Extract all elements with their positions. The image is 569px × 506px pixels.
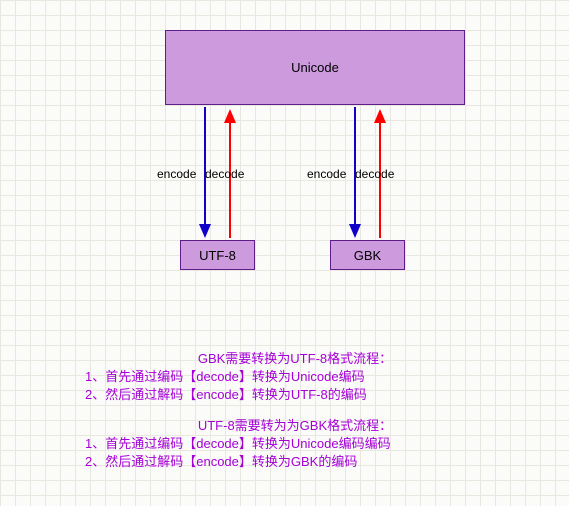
notes-line-2-2: 2、然后通过解码【encode】转换为GBK的编码 — [85, 453, 505, 471]
notes-line-1-2: 2、然后通过解码【encode】转换为UTF-8的编码 — [85, 386, 505, 404]
notes-line-1-1: 1、首先通过编码【decode】转换为Unicode编码 — [85, 368, 505, 386]
notes-title-1: GBK需要转换为UTF-8格式流程： — [85, 350, 505, 368]
unicode-label: Unicode — [291, 60, 339, 75]
encode-label-left: encode — [157, 167, 196, 181]
utf8-box: UTF-8 — [180, 240, 255, 270]
decode-label-left: decode — [205, 167, 244, 181]
gbk-box: GBK — [330, 240, 405, 270]
encode-label-right: encode — [307, 167, 346, 181]
decode-label-right: decode — [355, 167, 394, 181]
notes-title-2: UTF-8需要转为为GBK格式流程： — [85, 417, 505, 435]
utf8-label: UTF-8 — [199, 248, 236, 263]
notes-line-2-1: 1、首先通过编码【decode】转换为Unicode编码编码 — [85, 435, 505, 453]
gbk-label: GBK — [354, 248, 381, 263]
unicode-box: Unicode — [165, 30, 465, 105]
notes-block: GBK需要转换为UTF-8格式流程： 1、首先通过编码【decode】转换为Un… — [85, 350, 505, 471]
